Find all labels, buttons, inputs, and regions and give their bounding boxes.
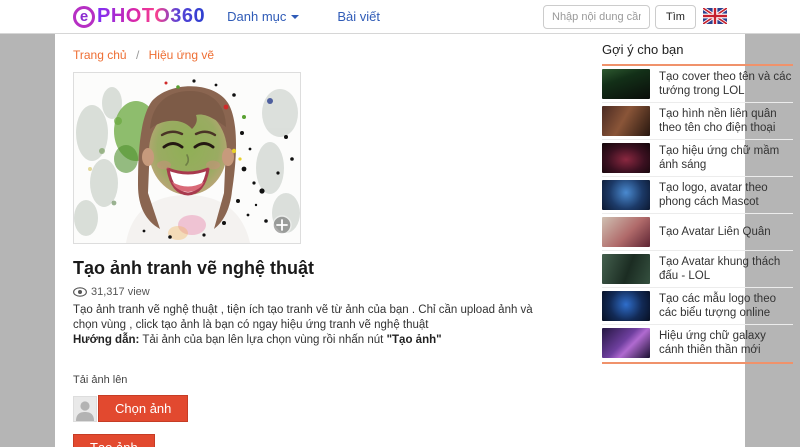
- main-nav: Danh mục Bài viết: [227, 9, 380, 24]
- breadcrumb-separator: /: [136, 48, 139, 62]
- nav-categories[interactable]: Danh mục: [227, 9, 299, 24]
- language-flag-icon[interactable]: [703, 8, 727, 24]
- instruction-button-ref: "Tạo ảnh": [387, 334, 442, 346]
- sidebar-item-mascot-logo[interactable]: Tạo logo, avatar theo phong cách Mascot: [602, 177, 793, 214]
- thumbnail-lienquan-avatar: [602, 217, 650, 247]
- effect-description: Tạo ảnh tranh vẽ nghệ thuật , tiện ích t…: [73, 303, 541, 348]
- view-count: 31,317 view: [73, 286, 541, 298]
- eye-icon: [73, 287, 87, 297]
- search-input[interactable]: [543, 5, 650, 29]
- chevron-down-icon: [291, 15, 299, 19]
- sidebar-item-lol-cover[interactable]: Tạo cover theo tên và các tướng trong LO…: [602, 66, 793, 103]
- sidebar-item-galaxy-text[interactable]: Hiệu ứng chữ galaxy cánh thiên thần mới: [602, 325, 793, 361]
- sidebar-item-light-text-effect[interactable]: Tạo hiệu ứng chữ mầm ánh sáng: [602, 140, 793, 177]
- sidebar-item-online-logo[interactable]: Tạo các mẫu logo theo các biểu tượng onl…: [602, 288, 793, 325]
- upload-label: Tải ảnh lên: [73, 374, 541, 386]
- sidebar-item-lienquan-avatar[interactable]: Tạo Avatar Liên Quân: [602, 214, 793, 251]
- logo-e-icon: e: [73, 6, 95, 28]
- create-image-button[interactable]: Tạo ảnh: [73, 434, 155, 447]
- thumbnail-light-text-effect: [602, 143, 650, 173]
- thumbnail-mascot-logo: [602, 180, 650, 210]
- breadcrumb-current[interactable]: Hiệu ứng vẽ: [149, 48, 214, 62]
- page-title: Tạo ảnh tranh vẽ nghệ thuật: [73, 258, 541, 279]
- thumbnail-lienquan-wallpaper: [602, 106, 650, 136]
- suggestions-sidebar: Gợi ý cho bạn Tạo cover theo tên và các …: [602, 42, 793, 364]
- sidebar-item-lienquan-wallpaper[interactable]: Tạo hình nền liên quân theo tên cho điện…: [602, 103, 793, 140]
- thumbnail-online-logo: [602, 291, 650, 321]
- content-container: Trang chủ / Hiệu ứng vẽ: [55, 34, 745, 447]
- effect-preview-image: [73, 72, 301, 244]
- top-header: e PHOTO360 Danh mục Bài viết Tìm: [0, 0, 800, 34]
- thumbnail-challenger-frame: [602, 254, 650, 284]
- person-icon: [75, 399, 95, 421]
- thumbnail-lol-cover: [602, 69, 650, 99]
- zoom-plus-icon: [273, 216, 291, 234]
- breadcrumb-home[interactable]: Trang chủ: [73, 48, 127, 62]
- instruction-label: Hướng dẫn:: [73, 334, 139, 346]
- thumbnail-galaxy-text: [602, 328, 650, 358]
- search-area: Tìm: [543, 5, 696, 29]
- sidebar-title: Gợi ý cho bạn: [602, 42, 793, 64]
- upload-row: Chọn ảnh: [73, 395, 541, 422]
- page-background: Trang chủ / Hiệu ứng vẽ: [0, 34, 800, 447]
- upload-thumbnail-placeholder: [73, 396, 97, 422]
- sidebar-list: Tạo cover theo tên và các tướng trong LO…: [602, 66, 793, 361]
- sidebar-item-challenger-frame[interactable]: Tạo Avatar khung thách đấu - LOL: [602, 251, 793, 288]
- search-button[interactable]: Tìm: [655, 5, 696, 29]
- choose-image-button[interactable]: Chọn ảnh: [98, 395, 188, 422]
- effect-main-column: Tạo ảnh tranh vẽ nghệ thuật 31,317 view …: [73, 72, 541, 447]
- logo-text: PHOTO360: [97, 5, 205, 28]
- sidebar-rule-bottom: [602, 362, 793, 364]
- site-logo[interactable]: e PHOTO360: [73, 5, 205, 28]
- nav-articles[interactable]: Bài viết: [337, 9, 380, 24]
